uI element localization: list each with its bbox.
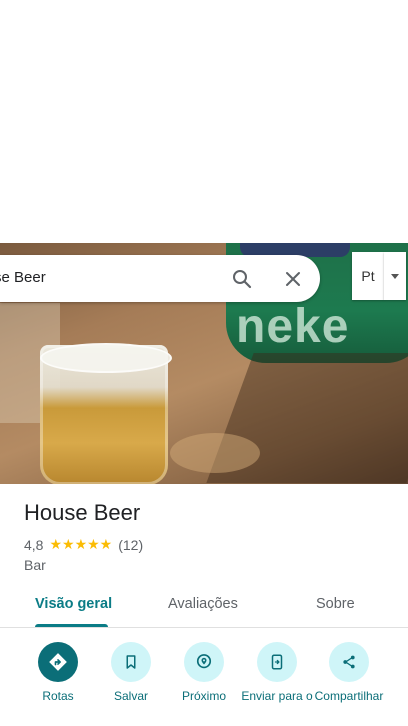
rating-row[interactable]: 4,8 ★★★★★ (12) xyxy=(24,536,143,553)
photo-glass-rim xyxy=(40,343,172,373)
directions-button[interactable]: Rotas xyxy=(22,642,94,703)
share-label: Compartilhar xyxy=(314,689,384,703)
place-category: Bar xyxy=(24,557,46,573)
tab-about[interactable]: Sobre xyxy=(316,596,355,612)
send-to-phone-button[interactable]: Enviar para o xyxy=(241,642,313,703)
review-count: (12) xyxy=(118,536,144,553)
send-to-phone-label: Enviar para o xyxy=(241,689,313,703)
close-icon[interactable] xyxy=(281,267,305,291)
tab-overview[interactable]: Visão geral xyxy=(35,596,112,612)
directions-label: Rotas xyxy=(42,689,74,703)
divider xyxy=(0,627,408,628)
share-button[interactable]: Compartilhar xyxy=(313,642,385,703)
chevron-down-icon xyxy=(391,273,399,279)
nearby-button[interactable]: Próximo xyxy=(168,642,240,703)
input-tool-dropdown[interactable] xyxy=(384,252,406,300)
share-icon xyxy=(329,642,369,682)
search-icon[interactable] xyxy=(230,267,254,291)
nearby-label: Próximo xyxy=(181,689,226,703)
rating-value: 4,8 xyxy=(24,536,44,553)
place-title: House Beer xyxy=(24,500,141,525)
star-rating-icon: ★★★★★ xyxy=(49,536,113,552)
search-query[interactable]: se Beer xyxy=(0,269,46,286)
bookmark-icon xyxy=(111,642,151,682)
directions-icon xyxy=(38,642,78,682)
search-bar[interactable]: se Beer xyxy=(0,255,320,302)
nearby-icon xyxy=(184,642,224,682)
save-label: Salvar xyxy=(113,689,148,703)
input-tool-button[interactable]: Pt xyxy=(352,252,384,300)
send-to-phone-icon xyxy=(257,642,297,682)
photo-can-text: neke xyxy=(236,300,350,353)
tab-reviews[interactable]: Avaliações xyxy=(168,596,238,612)
input-tool-label: Pt xyxy=(361,268,375,284)
photo-spill xyxy=(170,433,260,473)
save-button[interactable]: Salvar xyxy=(95,642,167,703)
tab-bar: Visão geral Avaliações Sobre xyxy=(0,586,408,627)
